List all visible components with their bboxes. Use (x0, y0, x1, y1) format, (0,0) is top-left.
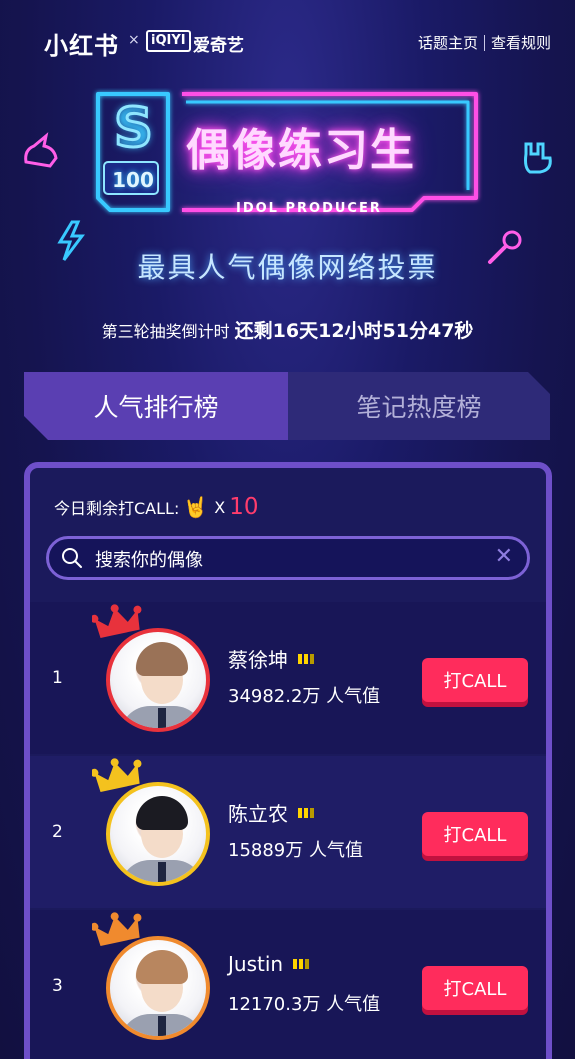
banner-badge-s: S (113, 95, 155, 161)
idol-name-text: 陈立农 (228, 802, 288, 826)
crown-icon (92, 758, 142, 792)
link-divider (483, 34, 485, 51)
banner-badge-100: 100 (112, 168, 154, 192)
level-badge-icon (298, 653, 314, 664)
iqiyi-logo: iQIYI (146, 30, 191, 52)
banner-headline: 最具人气偶像网络投票 (137, 251, 438, 284)
popularity-score: 34982.2万 人气值 (228, 686, 381, 707)
avatar-hair (136, 796, 188, 830)
rock-hand-icon: 🤘 (183, 495, 209, 519)
search-bar: 搜索你的偶像 ✕ (46, 536, 530, 580)
popularity-score: 15889万 人气值 (228, 840, 363, 861)
top-bar: 小红书 × iQIYI 爱奇艺 话题主页 查看规则 (0, 0, 575, 80)
banner-subtitle: IDOL PRODUCER (236, 201, 382, 216)
tab-popularity-ranking[interactable]: 人气排行榜 (24, 372, 288, 440)
popularity-score: 12170.3万 人气值 (228, 994, 381, 1015)
call-button[interactable]: 打CALL (422, 966, 528, 1010)
lottery-countdown: 第三轮抽奖倒计时 还剩16天12小时51分47秒 (0, 316, 575, 343)
ranking-row-3: 3 Justin 12170.3万 人气值 打CALL (30, 910, 546, 1059)
search-input[interactable]: 搜索你的偶像 (95, 546, 203, 572)
remaining-calls: 今日剩余打CALL: 🤘 X 10 (54, 494, 259, 520)
banner-title: 偶像练习生 (186, 125, 416, 176)
countdown-value: 还剩16天12小时51分47秒 (234, 320, 474, 342)
search-icon (62, 548, 82, 568)
level-badge-icon (293, 959, 310, 969)
avatar-tie (158, 708, 166, 728)
idol-name-text: 蔡徐坤 (228, 648, 288, 672)
crown-icon (92, 912, 142, 946)
countdown-label: 第三轮抽奖倒计时 (101, 322, 230, 341)
rock-hand-icon (524, 142, 552, 174)
tab-notes-heat-ranking[interactable]: 笔记热度榜 (288, 372, 550, 440)
rank-number: 3 (52, 976, 63, 996)
remaining-calls-label: 今日剩余打CALL: (54, 499, 180, 518)
remaining-calls-count: 10 (229, 494, 259, 520)
aiqiyi-logo-text: 爱奇艺 (193, 36, 244, 56)
top-links: 话题主页 查看规则 (418, 32, 551, 53)
clear-search-icon[interactable]: ✕ (495, 544, 513, 569)
idol-name: 陈立农 (228, 798, 314, 827)
avatar-hair (136, 950, 188, 984)
call-button[interactable]: 打CALL (422, 658, 528, 702)
page: 小红书 × iQIYI 爱奇艺 话题主页 查看规则 S 100 偶像练习生 ID… (0, 0, 575, 1059)
topic-home-link[interactable]: 话题主页 (418, 32, 478, 53)
idol-name: Justin (228, 952, 310, 976)
rank-number: 1 (52, 668, 63, 688)
unicorn-icon (24, 132, 58, 168)
ranking-row-1: 1 蔡徐坤 34982.2万 人气值 打CALL (30, 602, 546, 754)
brand-separator: × (128, 32, 140, 48)
avatar-hair (136, 642, 188, 676)
xiaohongshu-logo: 小红书 (44, 32, 119, 60)
call-button[interactable]: 打CALL (422, 812, 528, 856)
idol-name-text: Justin (228, 952, 284, 976)
view-rules-link[interactable]: 查看规则 (491, 32, 551, 53)
multiplier-sign: X (214, 497, 226, 517)
idol-name: 蔡徐坤 (228, 644, 314, 673)
avatar-tie (158, 862, 166, 882)
rank-number: 2 (52, 822, 63, 842)
ranking-row-2: 2 陈立农 15889万 人气值 打CALL (30, 756, 546, 908)
crown-icon (92, 604, 142, 638)
level-badge-icon (298, 807, 314, 818)
avatar-tie (158, 1016, 166, 1036)
